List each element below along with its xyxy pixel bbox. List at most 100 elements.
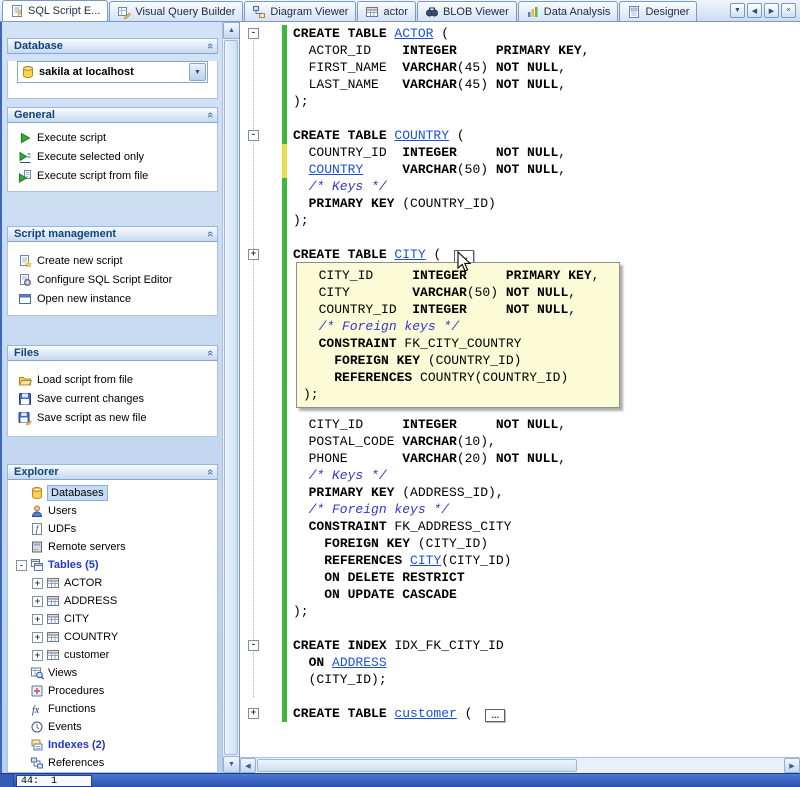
panel-header-script-management[interactable]: Script management« (7, 226, 218, 242)
tree-item-views[interactable]: Views (8, 664, 217, 682)
code-line-4[interactable]: LAST_NAME VARCHAR(45) NOT NULL, (293, 76, 800, 93)
collapse-chevron-icon[interactable]: « (204, 43, 216, 49)
tree-item-functions[interactable]: fxFunctions (8, 700, 217, 718)
code-line-25[interactable]: POSTAL_CODE VARCHAR(10), (293, 433, 800, 450)
expander-plus-icon[interactable]: + (32, 614, 43, 625)
collapse-chevron-icon[interactable]: « (204, 112, 216, 118)
sql-object-link-city[interactable]: CITY (394, 247, 425, 262)
tab-list-dropdown-button[interactable]: ▼ (730, 3, 745, 18)
tree-item-databases[interactable]: Databases (8, 484, 217, 502)
code-line-3[interactable]: FIRST_NAME VARCHAR(45) NOT NULL, (293, 59, 800, 76)
code-line-14[interactable]: CREATE TABLE CITY ( ... (293, 246, 800, 263)
tree-item-tables-5[interactable]: -Tables (5) (8, 556, 217, 574)
preview-line-5[interactable]: CONSTRAINT FK_CITY_COUNTRY (303, 335, 619, 352)
fold-plus-marker-line-41[interactable]: + (248, 708, 259, 719)
expander-minus-icon[interactable]: - (16, 560, 27, 571)
combo-dropdown-icon[interactable]: ▼ (189, 63, 206, 81)
tree-item-customer[interactable]: +customer (8, 646, 217, 664)
expander-plus-icon[interactable]: + (32, 578, 43, 589)
editor-hscrollbar-thumb[interactable] (257, 759, 577, 772)
tree-item-references[interactable]: References (8, 754, 217, 772)
tree-item-address[interactable]: +ADDRESS (8, 592, 217, 610)
scroll-left-icon[interactable]: ◀ (240, 758, 256, 773)
sql-object-link-actor[interactable]: ACTOR (394, 26, 433, 41)
tree-item-events[interactable]: Events (8, 718, 217, 736)
tree-item-remote-servers[interactable]: Remote servers (8, 538, 217, 556)
scroll-tabs-right-button[interactable]: ▶ (764, 3, 779, 18)
code-line-41[interactable]: CREATE TABLE customer ( ... (293, 705, 800, 722)
code-line-1[interactable]: CREATE TABLE ACTOR ( (293, 25, 800, 42)
code-line-38[interactable]: ON ADDRESS (293, 654, 800, 671)
action-execute-script-from-file[interactable]: Execute script from file (8, 166, 217, 185)
collapse-chevron-icon[interactable]: « (204, 231, 216, 237)
tree-item-city[interactable]: +CITY (8, 610, 217, 628)
code-line-32[interactable]: REFERENCES CITY(CITY_ID) (293, 552, 800, 569)
code-line-29[interactable]: /* Foreign keys */ (293, 501, 800, 518)
close-editor-button[interactable]: × (781, 3, 796, 18)
tree-item-procedures[interactable]: Procedures (8, 682, 217, 700)
code-line-30[interactable]: CONSTRAINT FK_ADDRESS_CITY (293, 518, 800, 535)
tree-item-indexes-2[interactable]: Indexes (2) (8, 736, 217, 754)
panel-header-files[interactable]: Files« (7, 345, 218, 361)
fold-minus-marker-line-7[interactable]: - (248, 130, 259, 141)
code-line-39[interactable]: (CITY_ID); (293, 671, 800, 688)
preview-line-6[interactable]: FOREIGN KEY (COUNTRY_ID) (303, 352, 619, 369)
sql-object-link-city[interactable]: CITY (410, 553, 441, 568)
code-line-34[interactable]: ON UPDATE CASCADE (293, 586, 800, 603)
panel-header-general[interactable]: General« (7, 107, 218, 123)
expander-plus-icon[interactable]: + (32, 596, 43, 607)
fold-plus-marker-line-14[interactable]: + (248, 249, 259, 260)
action-execute-script[interactable]: Execute script (8, 128, 217, 147)
code-line-35[interactable]: ); (293, 603, 800, 620)
scroll-right-icon[interactable]: ▶ (784, 758, 800, 773)
tab-blob-viewer[interactable]: BLOB Viewer (417, 1, 517, 21)
action-load-script-from-file[interactable]: Load script from file (8, 370, 217, 389)
code-line-9[interactable]: COUNTRY VARCHAR(50) NOT NULL, (293, 161, 800, 178)
code-line-24[interactable]: CITY_ID INTEGER NOT NULL, (293, 416, 800, 433)
action-execute-selected-only[interactable]: Execute selected only (8, 147, 217, 166)
preview-line-7[interactable]: REFERENCES COUNTRY(COUNTRY_ID) (303, 369, 619, 386)
preview-line-8[interactable]: ); (303, 386, 619, 403)
code-line-13[interactable] (293, 229, 800, 246)
fold-minus-marker-line-37[interactable]: - (248, 640, 259, 651)
fold-minus-marker-line-1[interactable]: - (248, 28, 259, 39)
action-save-current-changes[interactable]: Save current changes (8, 389, 217, 408)
scroll-tabs-left-button[interactable]: ◀ (747, 3, 762, 18)
editor-horizontal-scrollbar[interactable]: ◀ ▶ (240, 757, 800, 773)
code-line-6[interactable] (293, 110, 800, 127)
action-create-new-script[interactable]: Create new script (8, 251, 217, 270)
panel-header-database[interactable]: Database« (7, 38, 218, 54)
collapse-chevron-icon[interactable]: « (204, 350, 216, 356)
tab-visual-query-builder[interactable]: Visual Query Builder (109, 1, 243, 21)
tree-item-country[interactable]: +COUNTRY (8, 628, 217, 646)
preview-line-3[interactable]: COUNTRY_ID INTEGER NOT NULL, (303, 301, 619, 318)
expander-plus-icon[interactable]: + (32, 632, 43, 643)
tree-item-udfs[interactable]: fUDFs (8, 520, 217, 538)
code-line-36[interactable] (293, 620, 800, 637)
code-line-11[interactable]: PRIMARY KEY (COUNTRY_ID) (293, 195, 800, 212)
sql-object-link-address[interactable]: ADDRESS (332, 655, 387, 670)
collapse-chevron-icon[interactable]: « (204, 469, 216, 475)
sql-editor[interactable]: - - + - + CREATE TABLE ACTOR ( ACTOR_ID INTE… (239, 22, 800, 773)
tree-item-users[interactable]: Users (8, 502, 217, 520)
preview-line-2[interactable]: CITY VARCHAR(50) NOT NULL, (303, 284, 619, 301)
code-line-40[interactable] (293, 688, 800, 705)
code-line-26[interactable]: PHONE VARCHAR(20) NOT NULL, (293, 450, 800, 467)
code-line-10[interactable]: /* Keys */ (293, 178, 800, 195)
code-line-12[interactable]: ); (293, 212, 800, 229)
tab-sql-script-e[interactable]: SQL Script E... (2, 0, 108, 21)
code-line-27[interactable]: /* Keys */ (293, 467, 800, 484)
code-line-33[interactable]: ON DELETE RESTRICT (293, 569, 800, 586)
action-save-script-as-new-file[interactable]: Save script as new file (8, 408, 217, 427)
sql-object-link-country[interactable]: COUNTRY (394, 128, 449, 143)
action-open-new-instance[interactable]: Open new instance (8, 289, 217, 308)
preview-line-4[interactable]: /* Foreign keys */ (303, 318, 619, 335)
tab-actor[interactable]: actor (357, 1, 415, 21)
database-select[interactable]: sakila at localhost▼ (17, 61, 208, 83)
action-configure-sql-script-editor[interactable]: Configure SQL Script Editor (8, 270, 217, 289)
fold-ellipsis-button[interactable]: ... (485, 709, 505, 722)
sql-object-link-country[interactable]: COUNTRY (309, 162, 364, 177)
code-line-2[interactable]: ACTOR_ID INTEGER PRIMARY KEY, (293, 42, 800, 59)
scroll-up-icon[interactable]: ▲ (223, 22, 240, 39)
code-line-31[interactable]: FOREIGN KEY (CITY_ID) (293, 535, 800, 552)
